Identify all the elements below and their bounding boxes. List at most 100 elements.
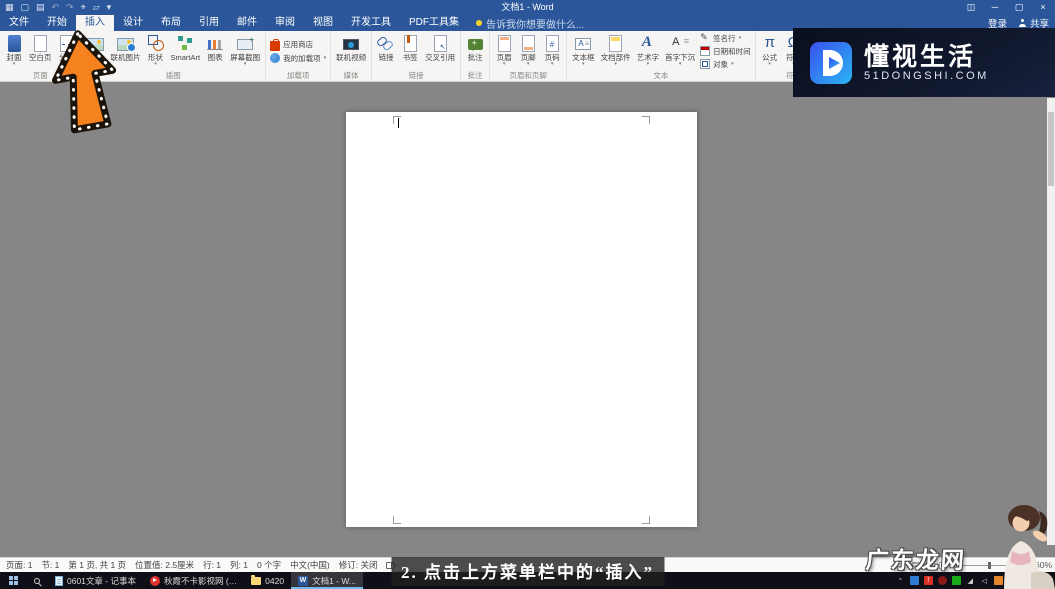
smartart-label: SmartArt [171, 53, 201, 62]
alert-icon[interactable]: ! [924, 576, 933, 585]
start-button[interactable] [0, 572, 26, 589]
tab-引用[interactable]: 引用 [190, 15, 228, 31]
comment-label: 批注 [468, 53, 483, 62]
tell-me-box[interactable]: 告诉我你想要做什么... [476, 15, 584, 31]
chart-label: 图表 [208, 53, 223, 62]
word-window[interactable]: 文档1 - W... [291, 572, 363, 589]
ribbon-group-label: 加载项 [268, 70, 328, 81]
object-label: 对象 [713, 59, 728, 70]
tutorial-arrow [42, 21, 143, 138]
minimize-icon[interactable]: ─ [983, 0, 1007, 15]
status-item[interactable]: 0 个字 [257, 559, 281, 571]
status-item[interactable]: 位置值: 2.5厘米 [135, 559, 194, 571]
video-app-icon [150, 576, 160, 586]
tab-开始[interactable]: 开始 [38, 15, 76, 31]
tab-邮件[interactable]: 邮件 [228, 15, 266, 31]
document-page[interactable] [346, 112, 697, 527]
status-item[interactable]: 第 1 页, 共 1 页 [68, 559, 126, 571]
date-time-button[interactable]: 日期和时间 [700, 46, 751, 57]
tab-审阅[interactable]: 审阅 [266, 15, 304, 31]
quick-parts-icon [609, 35, 622, 52]
header-button[interactable]: 页眉▾ [492, 32, 516, 70]
close-icon[interactable]: × [1031, 0, 1055, 15]
bookmark-button[interactable]: 书签 [398, 32, 422, 70]
status-items: 页面: 1 节: 1 第 1 页, 共 1 页位置值: 2.5厘米行: 1 列: 1 0… [6, 559, 377, 571]
signature-line-label: 签名行 [713, 33, 736, 44]
status-item[interactable]: 修订: 关闭 [339, 559, 378, 571]
status-item[interactable]: 节: 1 [41, 559, 59, 571]
restore-icon[interactable]: ▢ [1007, 0, 1031, 15]
dropdown-arrow-icon: ▾ [527, 62, 530, 67]
status-item[interactable]: 列: 1 [230, 559, 248, 571]
quick-parts-button[interactable]: 文档部件▾ [598, 32, 634, 70]
video-site-window-label: 秋霞不卡影视网 (… [164, 575, 237, 587]
record-icon[interactable] [938, 576, 947, 585]
shapes-button[interactable]: 形状▾ [144, 32, 168, 70]
equation-button[interactable]: 公式▾ [758, 32, 782, 70]
hidden-icons-icon[interactable]: ⌃ [896, 576, 905, 585]
date-time-label: 日期和时间 [713, 46, 751, 57]
object-icon [700, 59, 710, 69]
cross-reference-icon [434, 35, 447, 52]
taskbar-search-button[interactable] [26, 572, 48, 589]
text-box-icon [575, 38, 591, 50]
online-video-icon [343, 39, 359, 50]
scrollbar-thumb[interactable] [1048, 112, 1054, 186]
mail-icon[interactable] [952, 576, 961, 585]
cover-page-button[interactable]: 封面▾ [2, 32, 26, 70]
dropdown-arrow-icon: ▾ [551, 62, 554, 67]
text-box-button[interactable]: 文本框▾ [569, 32, 598, 70]
status-item[interactable]: 中文(中国) [290, 559, 330, 571]
chart-button[interactable]: 图表 [203, 32, 227, 70]
search-icon [34, 578, 40, 584]
window-title: 文档1 - Word [0, 0, 1055, 15]
tab-文件[interactable]: 文件 [0, 15, 38, 31]
my-addins-button[interactable]: 我的加载项▾ [270, 53, 326, 64]
person-icon [1019, 19, 1027, 27]
brand-watermark: 懂视生活 51DONGSHI.COM [793, 28, 1055, 97]
cross-reference-label: 交叉引用 [425, 53, 455, 62]
notepad-window[interactable]: 0601文章 - 记事本 [48, 572, 143, 589]
ribbon-group-加载项: 应用商店我的加载项▾ 加载项 [266, 31, 331, 81]
dropdown-arrow-icon: ▾ [739, 36, 742, 41]
hyperlink-button[interactable]: 链接 [374, 32, 398, 70]
window-controls: ◫─▢× [959, 0, 1055, 15]
margin-crop-mark [642, 116, 650, 124]
ribbon-group-label: 批注 [463, 70, 487, 81]
dropdown-arrow-icon: ▾ [731, 62, 734, 67]
dropdown-arrow-icon: ▾ [679, 62, 682, 67]
comment-button[interactable]: 批注 [463, 32, 487, 70]
cross-reference-button[interactable]: 交叉引用 [422, 32, 458, 70]
hyperlink-icon [377, 34, 395, 52]
vertical-scrollbar[interactable] [1047, 98, 1055, 545]
tab-布局[interactable]: 布局 [152, 15, 190, 31]
tab-PDF工具集[interactable]: PDF工具集 [400, 15, 468, 31]
ribbon-group-页眉和页脚: 页眉▾页脚▾页码▾页眉和页脚 [490, 31, 567, 81]
bookmark-icon [404, 35, 417, 52]
store-button[interactable]: 应用商店 [270, 39, 326, 51]
object-button[interactable]: 对象▾ [700, 59, 751, 70]
margin-crop-mark [393, 516, 401, 524]
footer-button[interactable]: 页脚▾ [516, 32, 540, 70]
wordart-button[interactable]: 艺术字▾ [634, 32, 663, 70]
screenshot-icon [237, 39, 253, 50]
store-label: 应用商店 [283, 39, 313, 50]
notepad-window-label: 0601文章 - 记事本 [67, 575, 136, 587]
ribbon-display-options-icon[interactable]: ◫ [959, 0, 983, 15]
online-video-button[interactable]: 联机视频 [333, 32, 369, 70]
defender-icon[interactable] [910, 576, 919, 585]
page-number-button[interactable]: 页码▾ [540, 32, 564, 70]
windows-logo-icon [9, 576, 13, 580]
smartart-button[interactable]: SmartArt [168, 32, 204, 70]
drop-cap-button[interactable]: 首字下沉▾ [662, 32, 698, 70]
screenshot-button[interactable]: 屏幕截图▾ [227, 32, 263, 70]
video-site-window[interactable]: 秋霞不卡影视网 (… [143, 572, 244, 589]
status-item[interactable]: 页面: 1 [6, 559, 32, 571]
tab-开发工具[interactable]: 开发工具 [342, 15, 400, 31]
signature-line-button[interactable]: 签名行▾ [700, 33, 751, 44]
header-icon [498, 35, 511, 52]
status-item[interactable]: 行: 1 [203, 559, 221, 571]
tab-视图[interactable]: 视图 [304, 15, 342, 31]
folder-window[interactable]: 0420 [244, 572, 291, 589]
network-icon[interactable]: ◢ [966, 576, 975, 585]
